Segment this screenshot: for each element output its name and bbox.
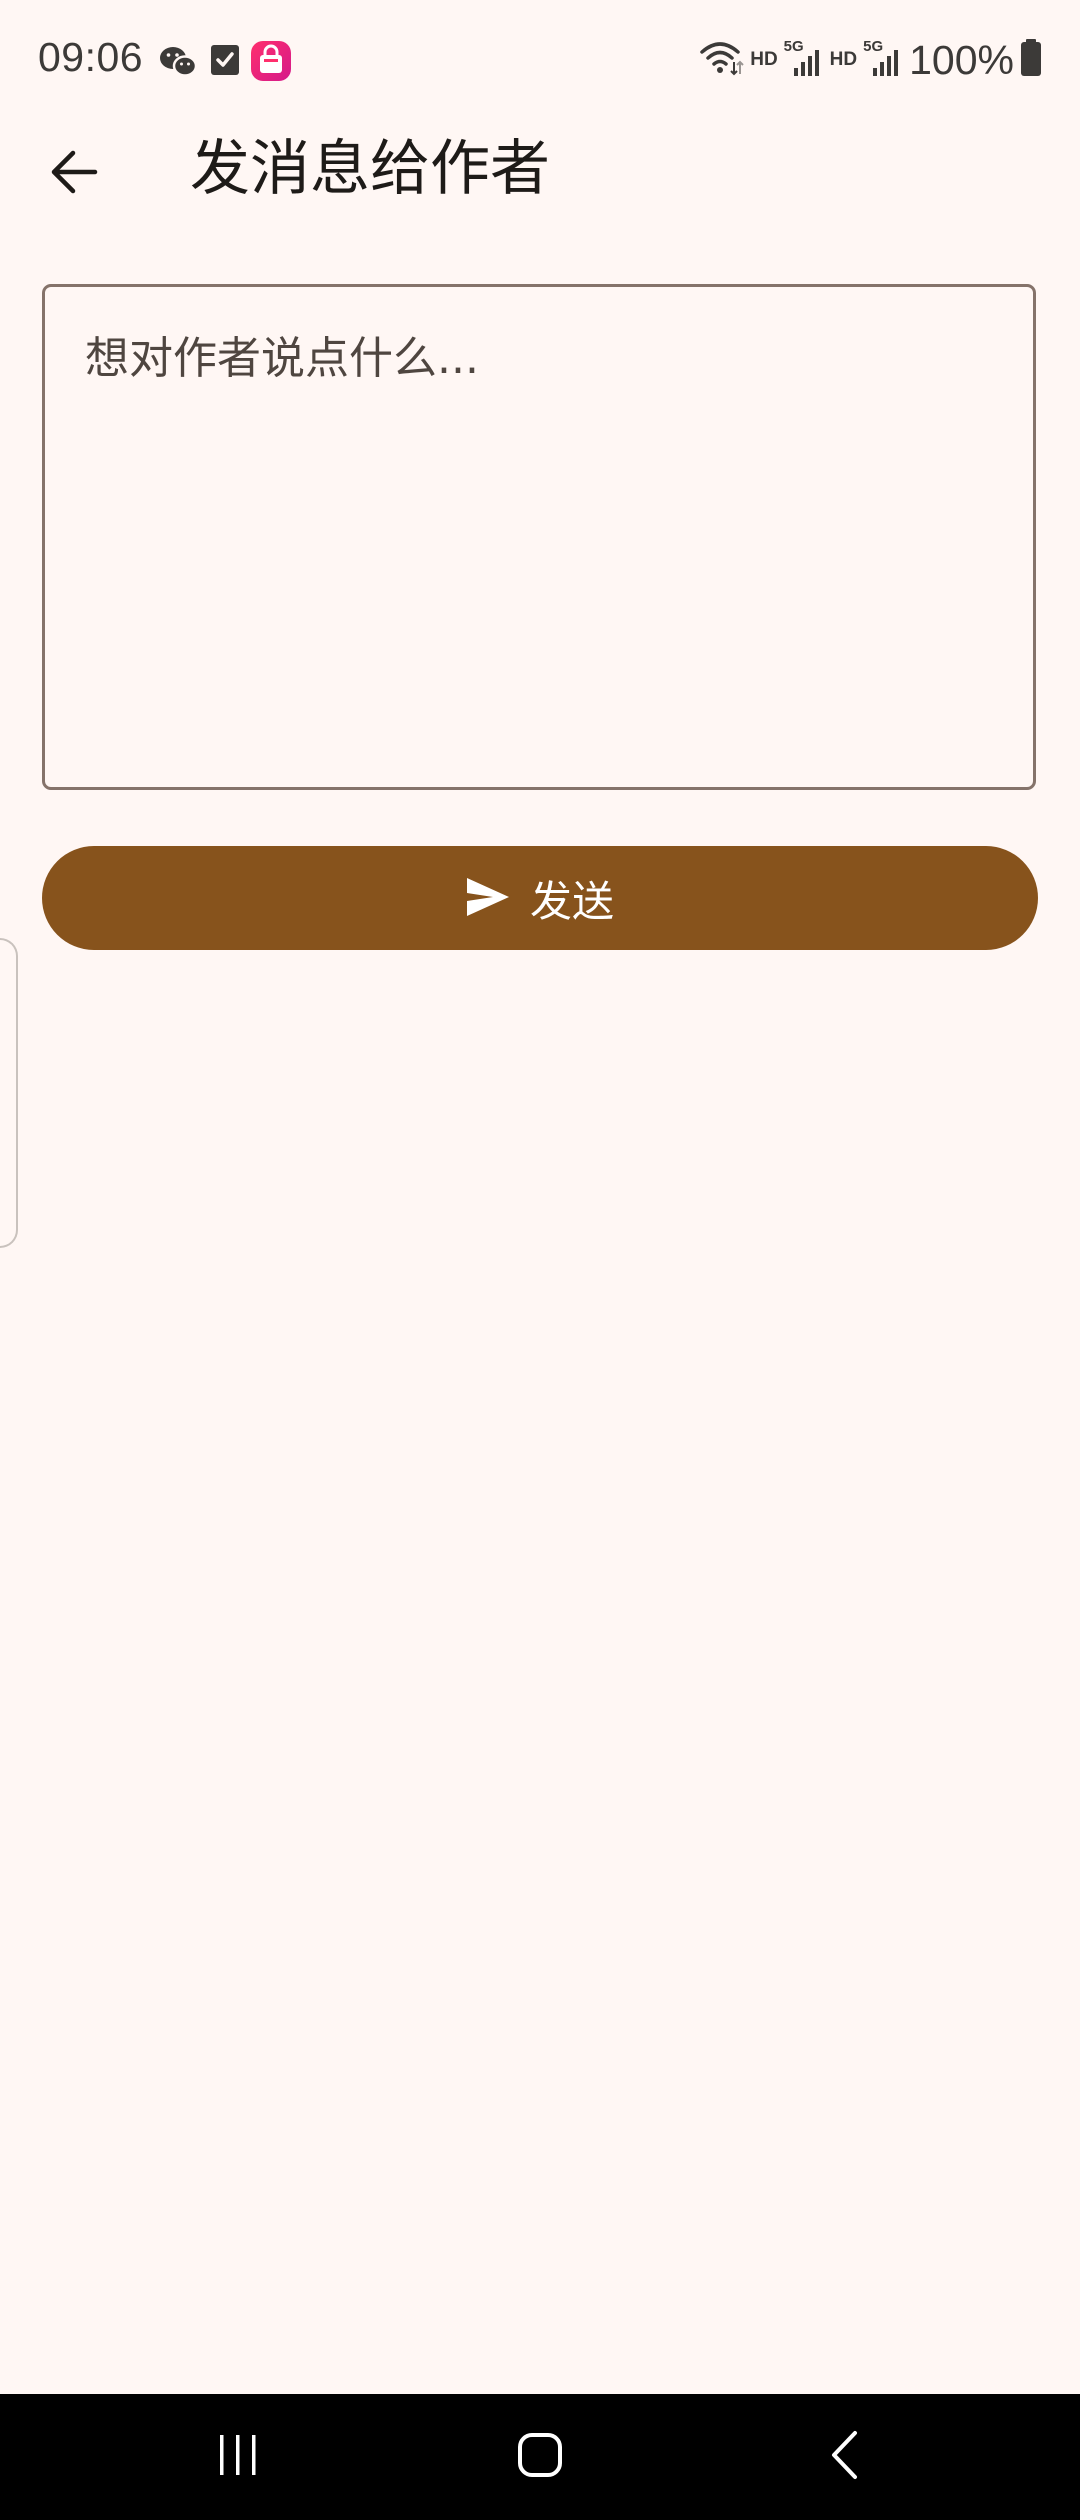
checkbox-notification-icon (210, 44, 240, 80)
page-title: 发消息给作者 (190, 134, 550, 204)
app-bar: 发消息给作者 (0, 120, 1080, 220)
wechat-icon (158, 44, 198, 84)
back-icon (829, 2430, 859, 2484)
send-icon (466, 877, 510, 920)
home-button[interactable] (460, 2394, 620, 2520)
status-indicators: HD 5G HD 5G 100% (700, 34, 1042, 86)
signal-icon: 5G (784, 38, 824, 80)
nav-back-button[interactable] (764, 2394, 924, 2520)
status-time: 09:06 (38, 34, 144, 80)
battery-icon (1020, 39, 1042, 81)
message-input[interactable] (42, 284, 1036, 790)
home-icon (517, 2432, 563, 2482)
shopping-bag-app-icon (250, 40, 292, 86)
back-button[interactable] (38, 138, 110, 210)
battery-percent: 100% (909, 36, 1014, 83)
arrow-back-icon (49, 149, 99, 199)
status-bar: 09:06 HD 5G HD 5G 100% (0, 0, 1080, 120)
edge-panel-handle[interactable] (0, 938, 18, 1248)
wifi-icon (700, 40, 744, 80)
hd-label-2: HD (829, 49, 858, 70)
send-button-label: 发送 (529, 876, 614, 926)
recent-apps-button[interactable] (158, 2394, 318, 2520)
send-button[interactable]: 发送 (42, 846, 1038, 950)
recent-apps-icon (216, 2433, 260, 2481)
hd-label: HD (750, 49, 778, 70)
navigation-bar (0, 2394, 1080, 2520)
signal-icon-2: 5G (863, 38, 903, 80)
